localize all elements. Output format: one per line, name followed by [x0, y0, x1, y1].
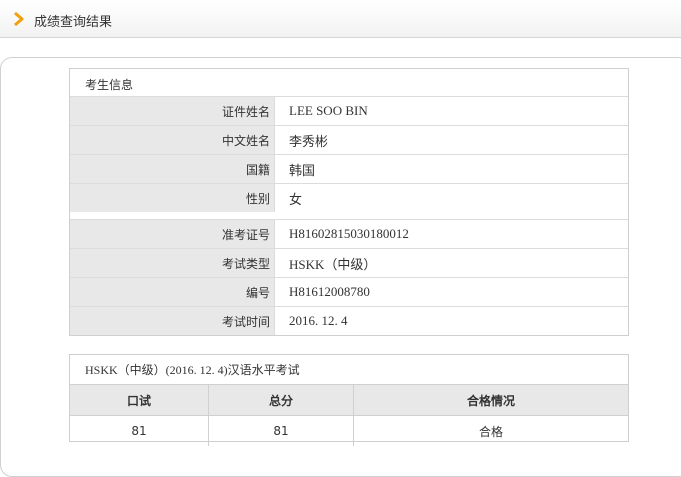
pass-status: 合格: [353, 415, 628, 446]
column-header-total: 总分: [208, 384, 354, 416]
table-row: 考试类型 HSKK（中级）: [70, 248, 628, 278]
table-row: 国籍 韩国: [70, 154, 628, 184]
chevron-right-icon: [14, 12, 24, 26]
field-value: LEE SOO BIN: [274, 96, 628, 126]
page-title: 成绩查询结果: [34, 15, 113, 30]
candidate-info-table-b: 准考证号 H81602815030180012 考试类型 HSKK（中级） 编号…: [70, 219, 628, 335]
field-label: 考试时间: [70, 306, 275, 335]
candidate-info-table-a: 证件姓名 LEE SOO BIN 中文姓名 李秀彬 国籍 韩国 性别 女: [70, 96, 628, 212]
field-label: 考试类型: [70, 248, 275, 278]
score-section: HSKK（中级）(2016. 12. 4)汉语水平考试 口试 总分 合格情况 8…: [69, 354, 629, 446]
table-row: 中文姓名 李秀彬: [70, 125, 628, 155]
table-row: 81 81 合格: [70, 415, 628, 446]
table-row: 性别 女: [70, 183, 628, 212]
field-value: 韩国: [274, 154, 628, 184]
field-value: H81602815030180012: [274, 219, 628, 249]
table-row: 考试时间 2016. 12. 4: [70, 306, 628, 335]
field-value: H81612008780: [274, 277, 628, 307]
field-label: 国籍: [70, 154, 275, 184]
column-header-oral: 口试: [70, 384, 209, 416]
table-row: 准考证号 H81602815030180012: [70, 219, 628, 249]
total-score: 81: [208, 415, 354, 446]
table-row: 编号 H81612008780: [70, 277, 628, 307]
score-title: HSKK（中级）(2016. 12. 4)汉语水平考试: [85, 363, 300, 377]
column-header-pass-status: 合格情况: [353, 384, 628, 416]
table-row: 证件姓名 LEE SOO BIN: [70, 96, 628, 126]
field-label: 证件姓名: [70, 96, 275, 126]
field-label: 准考证号: [70, 219, 275, 249]
field-value: 李秀彬: [274, 125, 628, 155]
candidate-info-title: 考生信息: [85, 78, 134, 92]
field-value: 女: [274, 183, 628, 212]
table-header-row: 口试 总分 合格情况: [70, 384, 628, 416]
field-label: 性别: [70, 183, 275, 212]
candidate-info-section: 考生信息 证件姓名 LEE SOO BIN 中文姓名 李秀彬 国籍 韩国 性别 …: [69, 68, 629, 336]
score-table: 口试 总分 合格情况 81 81 合格: [70, 384, 628, 446]
page-header: 成绩查询结果: [0, 0, 681, 38]
field-value: 2016. 12. 4: [274, 306, 628, 335]
oral-score: 81: [70, 415, 209, 446]
field-value: HSKK（中级）: [274, 248, 628, 278]
field-label: 中文姓名: [70, 125, 275, 155]
field-label: 编号: [70, 277, 275, 307]
